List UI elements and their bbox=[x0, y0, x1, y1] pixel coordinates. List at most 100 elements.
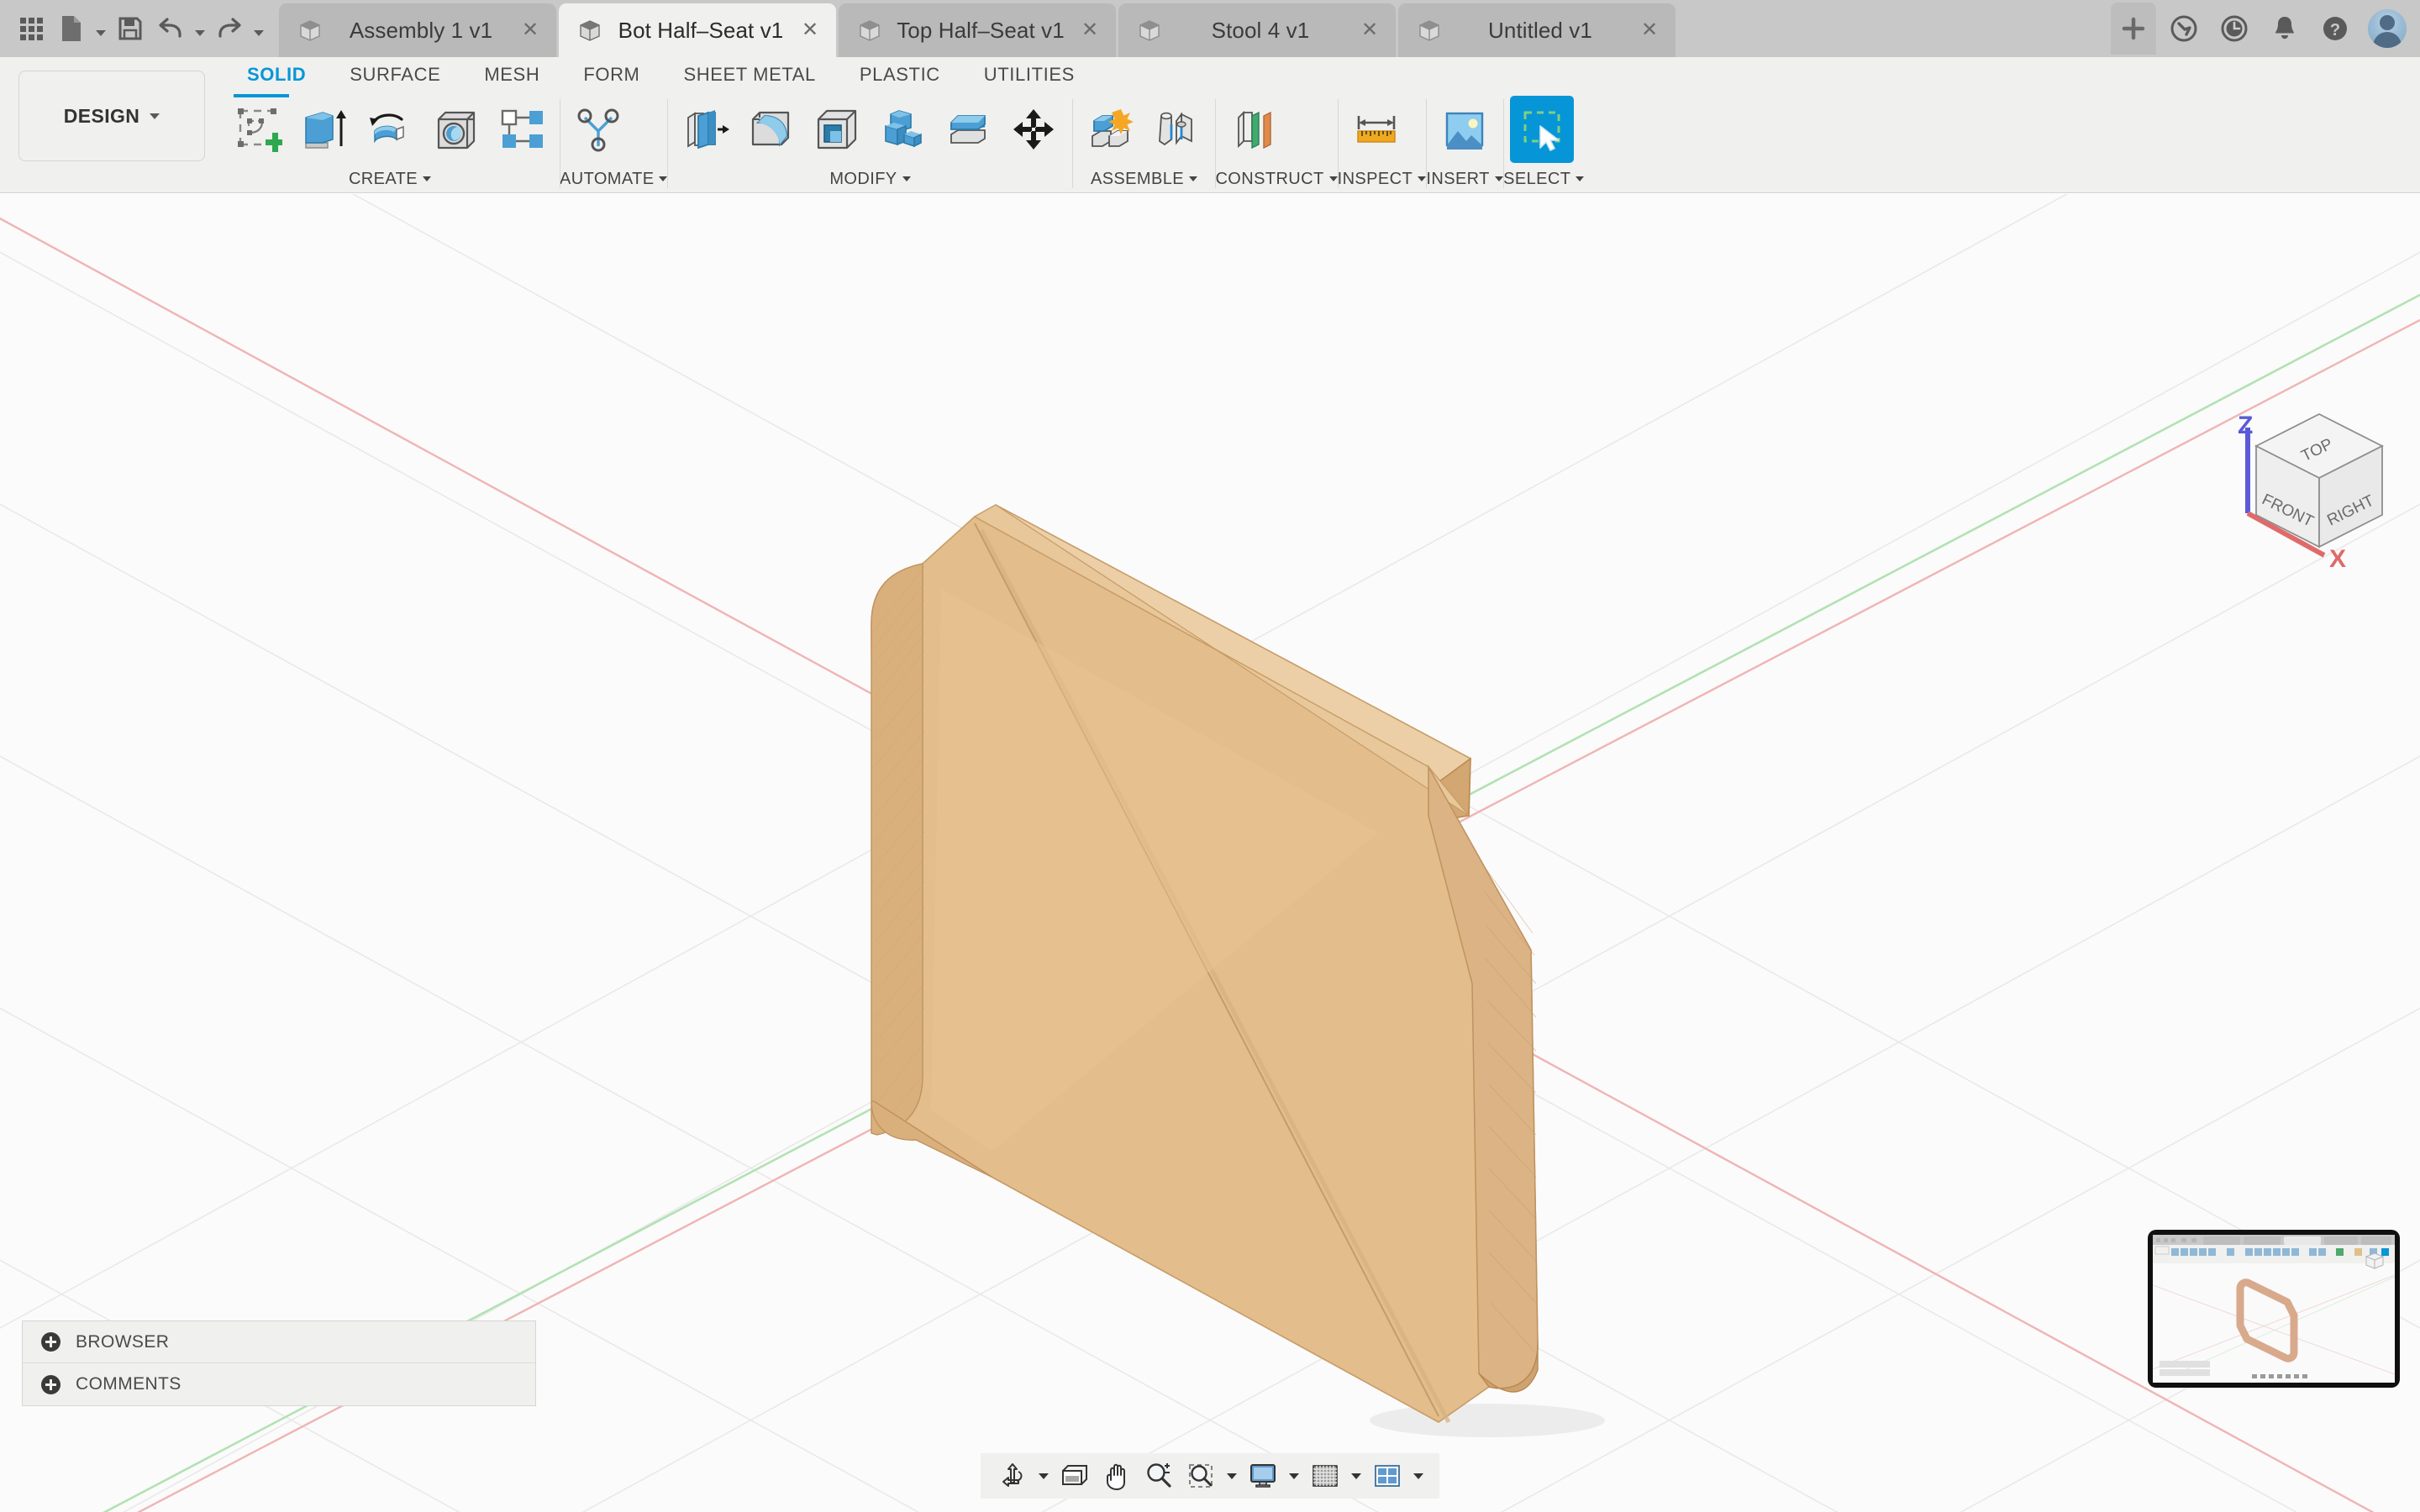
viewport-canvas[interactable]: Z X TOP FRONT RIGHT bbox=[0, 194, 2420, 1512]
zoom-window-caret[interactable] bbox=[1223, 1456, 1241, 1496]
workspace-switcher[interactable]: DESIGN bbox=[18, 71, 205, 161]
panel-construct: CONSTRUCT bbox=[1215, 94, 1338, 193]
panel-inspect-label[interactable]: INSPECT bbox=[1338, 165, 1427, 193]
tab-close-icon[interactable]: ✕ bbox=[519, 19, 541, 41]
screenshot-thumbnail-inner bbox=[2153, 1235, 2395, 1383]
offset-plane-icon[interactable] bbox=[1222, 96, 1286, 163]
quick-access-toolbar bbox=[0, 0, 267, 57]
grid-snaps-icon[interactable] bbox=[1305, 1456, 1345, 1496]
shell-icon[interactable] bbox=[805, 96, 869, 163]
document-tab-active[interactable]: Bot Half–Seat v1 ✕ bbox=[559, 3, 836, 57]
app-grid-icon[interactable] bbox=[12, 8, 50, 50]
tab-close-icon[interactable]: ✕ bbox=[1639, 19, 1660, 41]
browser-header[interactable]: BROWSER bbox=[23, 1321, 535, 1363]
press-pull-icon[interactable] bbox=[674, 96, 738, 163]
automated-modeling-icon[interactable] bbox=[566, 96, 630, 163]
new-tab-icon[interactable] bbox=[2111, 3, 2156, 55]
document-cube-icon bbox=[580, 20, 600, 41]
ribbon-panels: CREATE AUTOMATE MODIFY ASSEMBLE CONSTRUC… bbox=[220, 94, 1585, 193]
avatar[interactable] bbox=[2368, 9, 2407, 48]
ribbon-tab-sheet-metal[interactable]: SHEET METAL bbox=[661, 57, 837, 92]
chevron-down-icon bbox=[150, 113, 160, 119]
ribbon-tab-surface[interactable]: SURFACE bbox=[328, 57, 462, 92]
expand-plus-icon[interactable] bbox=[41, 1374, 60, 1394]
ribbon-tab-plastic[interactable]: PLASTIC bbox=[838, 57, 962, 92]
panel-inspect: INSPECT bbox=[1337, 94, 1427, 193]
document-tab[interactable]: Untitled v1 ✕ bbox=[1398, 3, 1676, 57]
look-at-icon[interactable] bbox=[1055, 1456, 1095, 1496]
orbit-icon[interactable] bbox=[992, 1456, 1033, 1496]
file-caret[interactable] bbox=[92, 8, 109, 50]
display-settings-icon[interactable] bbox=[1243, 1456, 1283, 1496]
extrude-icon[interactable] bbox=[292, 96, 356, 163]
expand-plus-icon[interactable] bbox=[41, 1332, 60, 1352]
document-tab[interactable]: Stool 4 v1 ✕ bbox=[1118, 3, 1396, 57]
combine-icon[interactable] bbox=[871, 96, 934, 163]
new-component-icon[interactable] bbox=[1079, 96, 1143, 163]
zoom-icon[interactable] bbox=[1139, 1456, 1179, 1496]
svg-text:?: ? bbox=[2330, 21, 2340, 39]
ribbon-tab-form[interactable]: FORM bbox=[561, 57, 661, 92]
panel-assemble-label[interactable]: ASSEMBLE bbox=[1072, 165, 1215, 193]
file-icon[interactable] bbox=[52, 8, 91, 50]
joint-icon[interactable] bbox=[1144, 96, 1208, 163]
viewports-icon[interactable] bbox=[1367, 1456, 1407, 1496]
pan-icon[interactable] bbox=[1097, 1456, 1137, 1496]
panel-select-label[interactable]: SELECT bbox=[1503, 165, 1585, 193]
hole-icon[interactable] bbox=[424, 96, 487, 163]
rectangular-pattern-icon[interactable] bbox=[489, 96, 553, 163]
tab-close-icon[interactable]: ✕ bbox=[1359, 19, 1381, 41]
save-icon[interactable] bbox=[111, 8, 150, 50]
undo-icon[interactable] bbox=[151, 8, 190, 50]
help-icon[interactable]: ? bbox=[2312, 4, 2358, 53]
redo-caret[interactable] bbox=[250, 8, 267, 50]
screenshot-thumbnail[interactable] bbox=[2148, 1230, 2400, 1388]
create-sketch-icon[interactable] bbox=[227, 94, 291, 163]
job-status-icon[interactable] bbox=[2212, 4, 2257, 53]
orbit-caret[interactable] bbox=[1034, 1456, 1053, 1496]
undo-caret[interactable] bbox=[192, 8, 208, 50]
redo-icon[interactable] bbox=[210, 8, 249, 50]
panel-create-label-text: CREATE bbox=[348, 169, 418, 188]
viewports-caret[interactable] bbox=[1409, 1456, 1428, 1496]
title-bar: Assembly 1 v1 ✕ Bot Half–Seat v1 ✕ Top H… bbox=[0, 0, 2420, 57]
notifications-icon[interactable] bbox=[2262, 4, 2307, 53]
panel-modify-label[interactable]: MODIFY bbox=[667, 165, 1072, 193]
panel-modify-label-text: MODIFY bbox=[829, 169, 897, 188]
panel-select-label-text: SELECT bbox=[1503, 169, 1571, 188]
chevron-down-icon bbox=[659, 176, 668, 181]
fillet-icon[interactable] bbox=[739, 96, 803, 163]
tab-label: Assembly 1 v1 bbox=[349, 17, 493, 43]
move-copy-icon[interactable] bbox=[1002, 96, 1065, 163]
zoom-window-icon[interactable] bbox=[1181, 1456, 1221, 1496]
ribbon-tab-mesh[interactable]: MESH bbox=[462, 57, 561, 92]
axis-label-z: Z bbox=[2238, 412, 2253, 439]
ribbon-tab-utilities[interactable]: UTILITIES bbox=[962, 57, 1097, 92]
viewport-scene: Z X TOP FRONT RIGHT bbox=[0, 194, 2420, 1512]
revolve-icon[interactable] bbox=[358, 96, 422, 163]
panel-select: SELECT bbox=[1503, 94, 1585, 193]
panel-automate-tools bbox=[560, 94, 667, 165]
insert-image-icon[interactable] bbox=[1433, 96, 1497, 163]
offset-face-icon[interactable] bbox=[936, 96, 1000, 163]
comments-header[interactable]: COMMENTS bbox=[23, 1363, 535, 1405]
panel-construct-label-text: CONSTRUCT bbox=[1215, 169, 1324, 188]
browser-label: BROWSER bbox=[76, 1331, 170, 1352]
panel-create-label[interactable]: CREATE bbox=[220, 165, 560, 193]
extensions-icon[interactable] bbox=[2161, 4, 2207, 53]
panel-automate-label[interactable]: AUTOMATE bbox=[560, 165, 668, 193]
tab-close-icon[interactable]: ✕ bbox=[799, 19, 821, 41]
document-tab[interactable]: Top Half–Seat v1 ✕ bbox=[839, 3, 1116, 57]
tab-close-icon[interactable]: ✕ bbox=[1079, 19, 1101, 41]
document-tab[interactable]: Assembly 1 v1 ✕ bbox=[279, 3, 556, 57]
panel-construct-tools bbox=[1215, 94, 1337, 165]
panel-insert-label[interactable]: INSERT bbox=[1426, 165, 1503, 193]
measure-icon[interactable] bbox=[1344, 96, 1408, 163]
display-settings-caret[interactable] bbox=[1285, 1456, 1303, 1496]
panel-construct-label[interactable]: CONSTRUCT bbox=[1215, 165, 1338, 193]
grid-snaps-caret[interactable] bbox=[1347, 1456, 1365, 1496]
select-icon[interactable] bbox=[1510, 96, 1575, 163]
ribbon-tab-solid[interactable]: SOLID bbox=[225, 57, 328, 92]
chevron-down-icon bbox=[902, 176, 911, 181]
ribbon: SOLID SURFACE MESH FORM SHEET METAL PLAS… bbox=[0, 57, 2420, 193]
